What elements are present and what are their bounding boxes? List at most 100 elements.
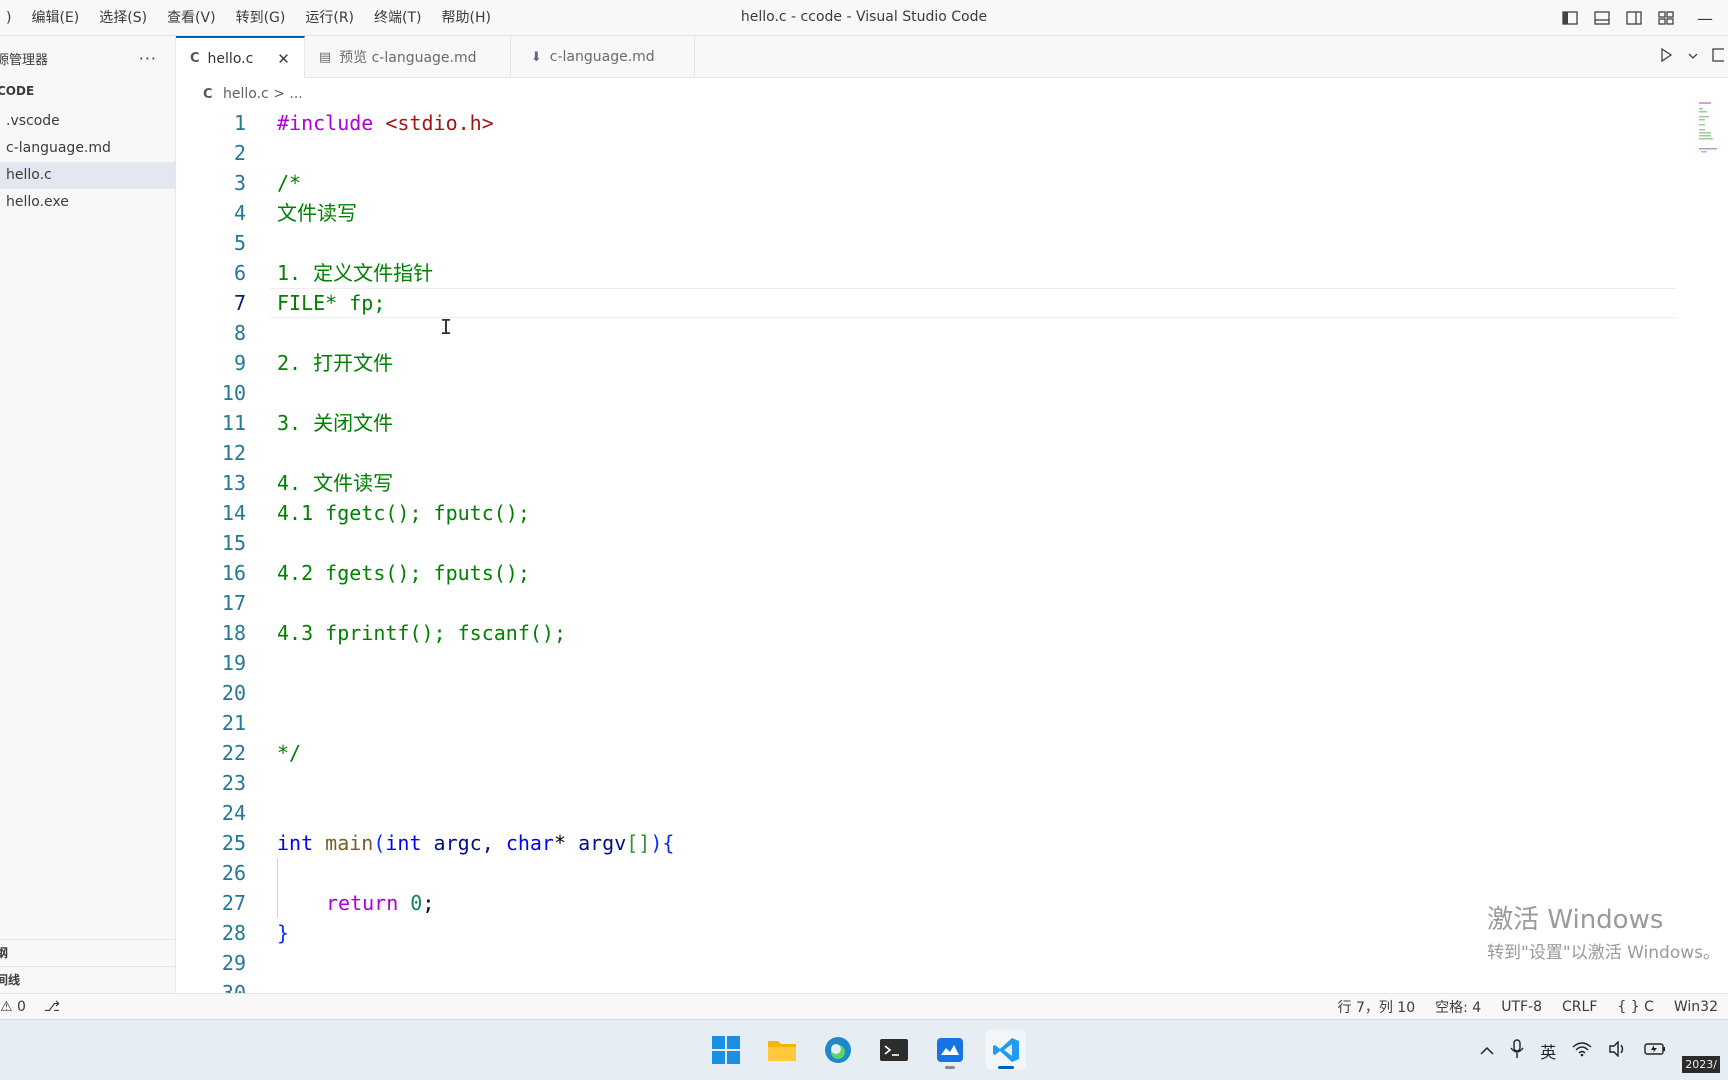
code-line-23: 23: [176, 768, 1676, 798]
code-line-30: 30: [176, 978, 1676, 993]
toggle-primary-sidebar-icon[interactable]: [1554, 0, 1586, 36]
breadcrumb-symbol[interactable]: ...: [289, 86, 302, 102]
menu-go[interactable]: 转到(G): [226, 0, 296, 36]
keyword: int: [385, 831, 422, 855]
toggle-panel-icon[interactable]: [1586, 0, 1618, 36]
minimize-button[interactable]: —: [1682, 0, 1728, 36]
editor-tabs: C hello.c ✕ ▤ 预览 c-language.md ⬇ c-langu…: [176, 36, 1728, 79]
windows-taskbar: 英 2023/: [0, 1019, 1728, 1080]
volume-icon[interactable]: [1608, 1039, 1628, 1061]
explorer-sidebar: 源管理器 ··· CODE .vscode c-language.md hell…: [0, 36, 176, 993]
chevron-up-icon[interactable]: [1480, 1041, 1494, 1060]
bracket: (: [373, 831, 386, 855]
minimap[interactable]: [1698, 100, 1718, 160]
taskbar-apps: [706, 1030, 1026, 1070]
code-line-11: 11 3. 关闭文件: [176, 408, 1676, 438]
wifi-icon[interactable]: [1572, 1041, 1592, 1061]
workspace-folder-title[interactable]: CODE: [0, 80, 175, 102]
breadcrumb-file[interactable]: hello.c: [223, 86, 269, 102]
menu-run[interactable]: 运行(R): [295, 0, 364, 36]
run-icon[interactable]: [1658, 47, 1674, 67]
comment: 3. 关闭文件: [277, 411, 394, 435]
screen-recorder-icon[interactable]: [930, 1030, 970, 1070]
code-line-16: 16 4.2 fgets(); fputs();: [176, 558, 1676, 588]
battery-icon[interactable]: [1644, 1041, 1666, 1060]
menu-bar: ) 编辑(E) 选择(S) 查看(V) 转到(G) 运行(R) 终端(T) 帮助…: [0, 0, 501, 36]
semicolon: ;: [422, 891, 435, 915]
code-line-17: 17: [176, 588, 1676, 618]
status-bar: ⚠ 0 ⎇ 行 7，列 10 空格: 4 UTF-8 CRLF { } C Wi…: [0, 993, 1728, 1019]
tree-item-hello-c[interactable]: hello.c: [0, 162, 175, 189]
close-icon[interactable]: ✕: [277, 50, 290, 68]
code-line-14: 14 4.1 fgetc(); fputc();: [176, 498, 1676, 528]
encoding[interactable]: UTF-8: [1491, 999, 1552, 1015]
function-name: main: [325, 831, 374, 855]
microphone-icon[interactable]: [1510, 1038, 1524, 1063]
line-number: 11: [221, 411, 246, 435]
clock[interactable]: 2023/: [1682, 1056, 1720, 1073]
tab-preview-c-language-md[interactable]: ▤ 预览 c-language.md: [305, 36, 511, 78]
code-line-26: 26: [176, 858, 1676, 888]
tree-item-c-language-md[interactable]: c-language.md: [0, 135, 175, 162]
parameter: argv: [578, 831, 627, 855]
chevron-down-icon[interactable]: [1688, 49, 1698, 65]
outline-panel-header[interactable]: 纲: [0, 939, 176, 966]
terminal-icon[interactable]: [874, 1030, 914, 1070]
line-number: 15: [221, 531, 246, 555]
line-number: 19: [221, 651, 246, 675]
tree-item-hello-exe[interactable]: hello.exe: [0, 189, 175, 216]
menu-help[interactable]: 帮助(H): [432, 0, 501, 36]
breadcrumb-separator: >: [273, 86, 285, 102]
c-file-icon: C: [203, 87, 213, 102]
problems-count[interactable]: ⚠ 0: [0, 999, 26, 1015]
menu-terminal[interactable]: 终端(T): [364, 0, 431, 36]
operator: *: [553, 831, 579, 855]
ports-icon[interactable]: ⎇: [44, 999, 60, 1015]
line-number: 24: [221, 801, 246, 825]
input-method-indicator[interactable]: 英: [1540, 1039, 1556, 1063]
line-number: 18: [221, 621, 246, 645]
toggle-secondary-sidebar-icon[interactable]: [1618, 0, 1650, 36]
active-indicator: [998, 1066, 1014, 1069]
split-editor-icon[interactable]: [1712, 47, 1728, 67]
title-controls: —: [1554, 0, 1728, 36]
indentation[interactable]: 空格: 4: [1425, 997, 1491, 1017]
menu-view[interactable]: 查看(V): [157, 0, 226, 36]
comment: 1. 定义文件指针: [277, 261, 434, 285]
platform[interactable]: Win32: [1664, 999, 1728, 1015]
menu-selection[interactable]: 选择(S): [89, 0, 157, 36]
file-explorer-icon[interactable]: [762, 1030, 802, 1070]
parameter: argc,: [421, 831, 506, 855]
menu-file[interactable]: ): [0, 0, 21, 36]
line-number: 29: [221, 951, 246, 975]
line-number: 3: [233, 171, 246, 195]
system-tray: 英 2023/: [1480, 1020, 1728, 1080]
line-number: 14: [221, 501, 246, 525]
more-actions-icon[interactable]: ···: [139, 49, 157, 68]
tab-c-language-md[interactable]: ⬇ c-language.md: [511, 36, 695, 78]
watermark-title: 激活 Windows: [1487, 905, 1664, 935]
language-mode[interactable]: { } C: [1607, 999, 1664, 1015]
tab-hello-c[interactable]: C hello.c ✕: [176, 36, 305, 79]
line-number: 28: [221, 921, 246, 945]
status-right: 行 7，列 10 空格: 4 UTF-8 CRLF { } C Win32: [1328, 994, 1728, 1020]
line-number: 26: [221, 861, 246, 885]
timeline-panel-header[interactable]: 间线: [0, 966, 176, 993]
code-line-28: 28}: [176, 918, 1676, 948]
start-icon[interactable]: [706, 1030, 746, 1070]
code-line-1: 1 #include <stdio.h>: [176, 108, 1676, 138]
code-editor[interactable]: C hello.c > ... 1 #include <stdio.h> 2 3 /…: [176, 78, 1728, 993]
menu-edit[interactable]: 编辑(E): [21, 0, 89, 36]
end-of-line[interactable]: CRLF: [1552, 999, 1607, 1015]
bracket: }: [277, 921, 290, 945]
code-line-6: 6 1. 定义文件指针: [176, 258, 1676, 288]
edge-browser-icon[interactable]: [818, 1030, 858, 1070]
line-number: 30: [221, 981, 246, 993]
customize-layout-icon[interactable]: [1650, 0, 1682, 36]
keyword: return: [326, 891, 399, 915]
code-line-7: 7 FILE* fp;: [176, 288, 1676, 318]
cursor-position[interactable]: 行 7，列 10: [1328, 997, 1426, 1017]
tree-item-vscode[interactable]: .vscode: [0, 108, 175, 135]
vscode-icon[interactable]: [986, 1030, 1026, 1070]
code-line-18: 18 4.3 fprintf(); fscanf();: [176, 618, 1676, 648]
